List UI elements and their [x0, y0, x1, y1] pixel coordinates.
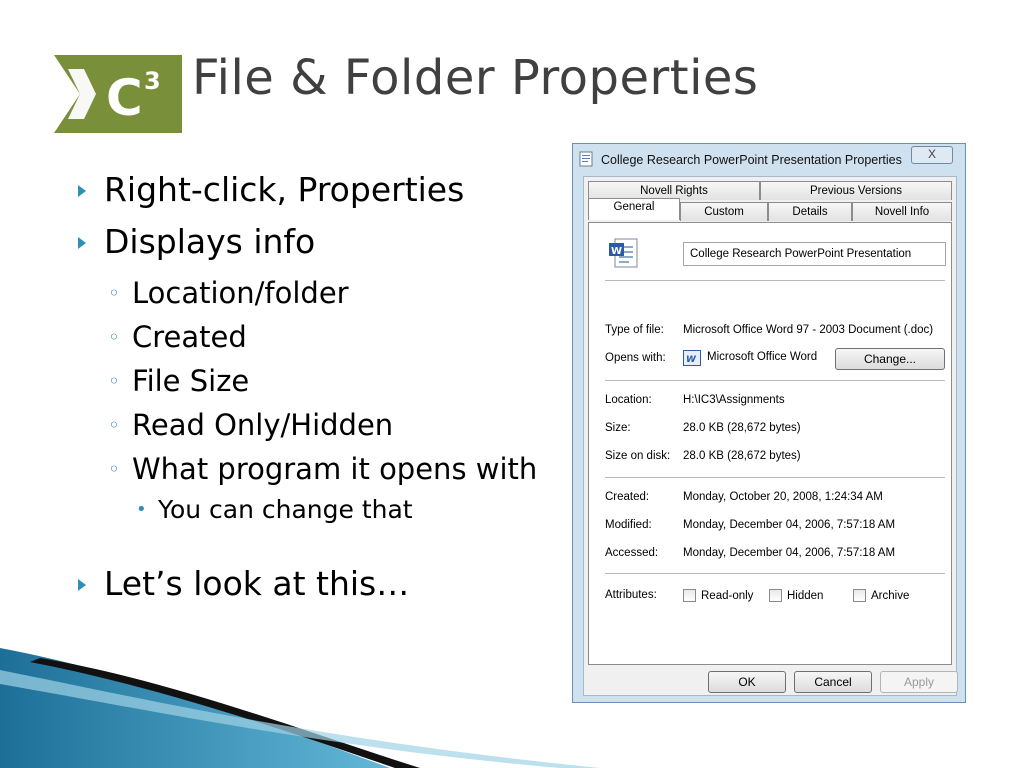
svg-text:3: 3 — [144, 67, 161, 95]
sub-bullet-item: ◦ Location/folder — [72, 274, 542, 312]
bullet-item: Let’s look at this… — [72, 564, 542, 604]
type-value: Microsoft Office Word 97 - 2003 Document… — [683, 324, 934, 336]
sub-bullet-text: Created — [132, 320, 247, 354]
created-value: Monday, October 20, 2008, 1:24:34 AM — [683, 491, 883, 503]
tab-novell-info[interactable]: Novell Info — [852, 202, 952, 221]
separator — [605, 573, 945, 574]
accessed-label: Accessed: — [605, 547, 659, 559]
read-only-label[interactable]: Read-only — [701, 590, 753, 602]
apply-button[interactable]: Apply — [880, 671, 958, 693]
size-value: 28.0 KB (28,672 bytes) — [683, 422, 801, 434]
accessed-value: Monday, December 04, 2006, 7:57:18 AM — [683, 547, 896, 559]
hidden-checkbox[interactable] — [769, 589, 782, 602]
svg-text:W: W — [611, 246, 622, 257]
opens-with-label: Opens with: — [605, 352, 666, 364]
bullet-list: Right-click, Properties Displays info ◦ … — [72, 170, 542, 616]
created-label: Created: — [605, 491, 650, 503]
circle-bullet-icon: ◦ — [108, 281, 120, 305]
bullet-text: Displays info — [104, 222, 316, 261]
dialog-body: Novell Rights Previous Versions General … — [583, 176, 958, 696]
document-icon — [579, 151, 593, 167]
ok-button[interactable]: OK — [708, 671, 786, 693]
close-button[interactable]: X — [911, 146, 953, 164]
read-only-checkbox[interactable] — [683, 589, 696, 602]
word-document-icon: W — [609, 238, 638, 268]
sub-sub-bullet-item: • You can change that — [72, 494, 542, 526]
properties-dialog: College Research PowerPoint Presentation… — [572, 143, 966, 703]
size-on-disk-label: Size on disk: — [605, 450, 671, 462]
svg-text:W: W — [686, 355, 697, 365]
sub-bullet-item: ◦ What program it opens with — [72, 450, 542, 488]
ic3-logo: C 3 — [54, 55, 182, 133]
dialog-title: College Research PowerPoint Presentation… — [601, 153, 902, 167]
sub-bullet-item: ◦ Created — [72, 318, 542, 356]
circle-bullet-icon: ◦ — [108, 369, 120, 393]
circle-bullet-icon: ◦ — [108, 325, 120, 349]
sub-sub-bullet-text: You can change that — [158, 495, 413, 524]
tab-general[interactable]: General — [588, 198, 680, 220]
triangle-bullet-icon — [78, 185, 86, 197]
triangle-bullet-icon — [78, 579, 86, 591]
sub-bullet-item: ◦ Read Only/Hidden — [72, 406, 542, 444]
type-label: Type of file: — [605, 324, 664, 336]
file-name-input[interactable] — [683, 242, 946, 266]
modified-label: Modified: — [605, 519, 652, 531]
change-button[interactable]: Change... — [835, 348, 945, 370]
decorative-swoosh — [0, 648, 600, 768]
sub-bullet-item: ◦ File Size — [72, 362, 542, 400]
sub-bullet-text: Read Only/Hidden — [132, 408, 394, 442]
separator — [605, 477, 945, 478]
sub-bullet-text: File Size — [132, 364, 250, 398]
bullet-item: Displays info — [72, 222, 542, 262]
separator — [605, 380, 945, 381]
dot-bullet-icon: • — [136, 499, 147, 520]
word-app-icon: W — [683, 350, 701, 366]
hidden-label[interactable]: Hidden — [787, 590, 823, 602]
cancel-button[interactable]: Cancel — [794, 671, 872, 693]
opens-with-value: Microsoft Office Word — [707, 351, 818, 363]
size-label: Size: — [605, 422, 631, 434]
circle-bullet-icon: ◦ — [108, 457, 120, 481]
close-icon: X — [927, 147, 936, 161]
location-label: Location: — [605, 394, 652, 406]
svg-text:C: C — [106, 69, 143, 127]
general-tab-panel: W Type of file: Microsoft Office Word 97… — [588, 222, 952, 665]
separator — [605, 280, 945, 281]
sub-bullet-text: Location/folder — [132, 276, 349, 310]
sub-bullet-text: What program it opens with — [132, 452, 538, 486]
tab-custom[interactable]: Custom — [680, 202, 768, 221]
circle-bullet-icon: ◦ — [108, 413, 120, 437]
slide-title: File & Folder Properties — [192, 50, 759, 106]
bullet-item: Right-click, Properties — [72, 170, 542, 210]
archive-checkbox[interactable] — [853, 589, 866, 602]
bullet-text: Let’s look at this… — [104, 564, 410, 603]
bullet-text: Right-click, Properties — [104, 170, 465, 209]
modified-value: Monday, December 04, 2006, 7:57:18 AM — [683, 519, 896, 531]
triangle-bullet-icon — [78, 237, 86, 249]
attributes-label: Attributes: — [605, 589, 657, 601]
archive-label[interactable]: Archive — [871, 590, 909, 602]
location-value: H:\IC3\Assignments — [683, 394, 785, 406]
tab-details[interactable]: Details — [768, 202, 852, 221]
dialog-titlebar[interactable]: College Research PowerPoint Presentation… — [573, 144, 965, 174]
size-on-disk-value: 28.0 KB (28,672 bytes) — [683, 450, 801, 462]
tab-previous-versions[interactable]: Previous Versions — [760, 181, 952, 200]
